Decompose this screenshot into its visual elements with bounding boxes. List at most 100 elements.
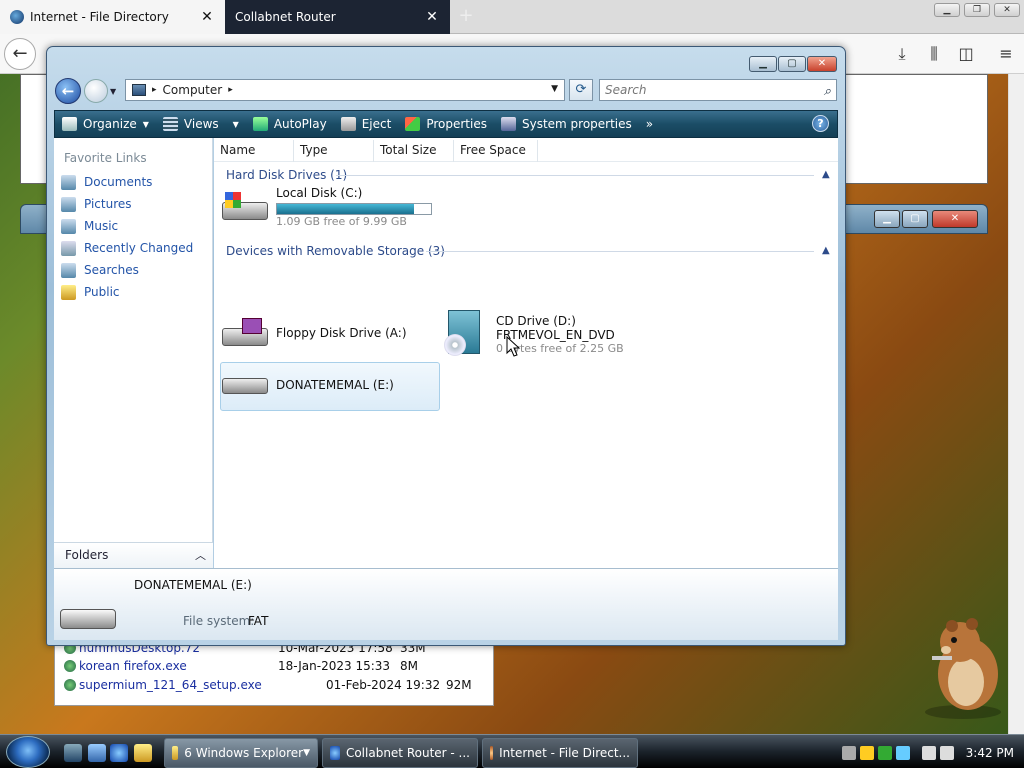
chevron-up-icon[interactable]: ▲ [822, 245, 830, 256]
switch-windows-icon[interactable] [88, 744, 106, 762]
file-date: 01-Feb-2024 19:32 [326, 678, 441, 692]
browser-tab-file-directory[interactable]: Internet - File Directory ✕ [0, 0, 225, 34]
favorite-pictures[interactable]: Pictures [61, 194, 132, 214]
security-shield-icon[interactable] [859, 746, 874, 760]
help-icon[interactable]: ? [812, 115, 829, 132]
taskbar-item-windows-explorer[interactable]: 6 Windows Explorer ▼ [164, 738, 318, 768]
file-link[interactable]: korean firefox.exe [79, 659, 187, 673]
chevron-down-icon: ▼ [142, 119, 149, 129]
drive-label: Floppy Disk Drive (A:) [276, 326, 407, 340]
internet-explorer-icon[interactable] [110, 744, 128, 762]
browser-close-button[interactable]: ✕ [994, 3, 1020, 17]
task-label: 6 Windows Explorer [184, 746, 304, 760]
favorite-searches[interactable]: Searches [61, 260, 139, 280]
breadcrumb-separator[interactable]: ▸ [228, 85, 233, 95]
system-properties-icon [500, 117, 516, 131]
tab-title: Internet - File Directory [30, 10, 169, 24]
drive-d[interactable]: CD Drive (D:) FRTMEVOL_EN_DVD 0 bytes fr… [444, 310, 624, 358]
hamster-mascot-icon [925, 618, 1001, 719]
start-button[interactable] [6, 736, 50, 768]
clock[interactable]: 3:42 PM [966, 746, 1014, 760]
new-tab-button[interactable]: + [456, 6, 476, 26]
maximize-button[interactable]: ▢ [778, 56, 806, 72]
column-total-size[interactable]: Total Size [374, 140, 454, 162]
close-button[interactable]: ✕ [807, 56, 837, 72]
drive-free-text: 1.09 GB free of 9.99 GB [276, 215, 407, 228]
show-desktop-icon[interactable] [64, 744, 82, 762]
favorite-label: Music [84, 219, 119, 233]
bg-minimize-button[interactable]: ▁ [874, 210, 900, 228]
network-icon[interactable] [921, 746, 936, 760]
taskbar-item-file-directory[interactable]: Internet - File Direct... [482, 738, 638, 768]
drive-label: CD Drive (D:) [496, 313, 576, 328]
drive-a[interactable]: Floppy Disk Drive (A:) [222, 318, 407, 348]
back-arrow-icon[interactable]: ← [55, 78, 81, 104]
file-icon [64, 679, 76, 691]
column-free-space[interactable]: Free Space [454, 140, 538, 162]
breadcrumb-computer[interactable]: Computer [163, 83, 223, 97]
taskbar-item-collabnet-router[interactable]: Collabnet Router - ... [322, 738, 478, 768]
drive-label: DONATEMEMAL (E:) [276, 378, 394, 392]
eject-button[interactable]: Eject [334, 111, 399, 137]
list-item[interactable]: korean firefox.exe 18-Jan-2023 15:33 8M [64, 656, 484, 676]
breadcrumb-separator[interactable]: ▸ [152, 85, 157, 95]
sidebar-icon[interactable]: ◫ [954, 42, 978, 66]
favorite-public[interactable]: Public [61, 282, 120, 302]
browser-maximize-button[interactable]: ❐ [964, 3, 990, 17]
favorite-label: Public [84, 285, 120, 299]
minimize-button[interactable]: ▁ [749, 56, 777, 72]
pictures-icon [61, 196, 76, 212]
properties-button[interactable]: Properties [398, 111, 494, 137]
views-button[interactable]: Views ▼ [156, 111, 246, 137]
tab-title: Collabnet Router [235, 10, 336, 24]
address-bar[interactable]: ▸ Computer ▸ ▼ [125, 79, 565, 101]
search-input[interactable]: Search ⌕ [599, 79, 837, 101]
tray-app-icon[interactable] [841, 746, 856, 760]
tab-close-icon[interactable]: ✕ [424, 9, 440, 25]
favorite-documents[interactable]: Documents [61, 172, 152, 192]
browser-scrollbar[interactable] [1008, 74, 1024, 734]
media-icon[interactable] [134, 744, 152, 762]
folders-toggle[interactable]: Folders ︿ [54, 542, 213, 568]
removable-drive-icon [222, 370, 268, 400]
globe-icon [10, 10, 24, 24]
drive-e[interactable]: DONATEMEMAL (E:) [222, 370, 394, 400]
tray-check-icon[interactable] [877, 746, 892, 760]
more-commands-button[interactable]: » [639, 111, 660, 137]
column-name[interactable]: Name [214, 140, 294, 162]
column-type[interactable]: Type [294, 140, 374, 162]
recent-pages-dropdown[interactable]: ▼ [110, 87, 116, 96]
favorite-music[interactable]: Music [61, 216, 118, 236]
favorite-recently-changed[interactable]: Recently Changed [61, 238, 193, 258]
tab-close-icon[interactable]: ✕ [199, 9, 215, 25]
drive-c[interactable]: Local Disk (C:) 1.09 GB free of 9.99 GB [222, 186, 432, 228]
favorite-label: Pictures [84, 197, 132, 211]
group-header-removable[interactable]: Devices with Removable Storage (3) [226, 244, 445, 258]
autoplay-button[interactable]: AutoPlay [246, 111, 334, 137]
tray-network-icon[interactable] [895, 746, 910, 760]
library-icon[interactable]: ⫼ [922, 42, 946, 66]
organize-button[interactable]: Organize ▼ [55, 111, 156, 137]
browser-tab-collabnet[interactable]: Collabnet Router ✕ [225, 0, 450, 34]
properties-icon [405, 117, 421, 131]
refresh-button[interactable]: ⟳ [569, 79, 593, 101]
search-icon[interactable]: ⌕ [824, 82, 831, 102]
bg-maximize-button[interactable]: ▢ [902, 210, 928, 228]
browser-minimize-button[interactable]: ▁ [934, 3, 960, 17]
chevron-down-icon: ▼ [232, 119, 239, 129]
recently-changed-icon [61, 240, 76, 256]
forward-arrow-icon[interactable] [84, 79, 108, 103]
list-item[interactable]: supermium_121_64_setup.exe 01-Feb-2024 1… [64, 675, 484, 695]
chevron-up-icon[interactable]: ▲ [822, 169, 830, 180]
system-properties-button[interactable]: System properties [494, 111, 639, 137]
bg-close-button[interactable]: ✕ [932, 210, 978, 228]
favorite-label: Searches [84, 263, 139, 277]
download-icon[interactable]: ⤓ [890, 42, 914, 66]
address-dropdown-icon[interactable]: ▼ [551, 84, 558, 94]
details-pane: DONATEMEMAL (E:) File system: FAT [54, 568, 838, 640]
volume-icon[interactable] [939, 746, 954, 760]
group-header-hdd[interactable]: Hard Disk Drives (1) [226, 168, 347, 182]
file-link[interactable]: supermium_121_64_setup.exe [79, 678, 262, 692]
browser-back-button[interactable]: ← [4, 38, 36, 70]
menu-icon[interactable]: ≡ [994, 42, 1018, 66]
